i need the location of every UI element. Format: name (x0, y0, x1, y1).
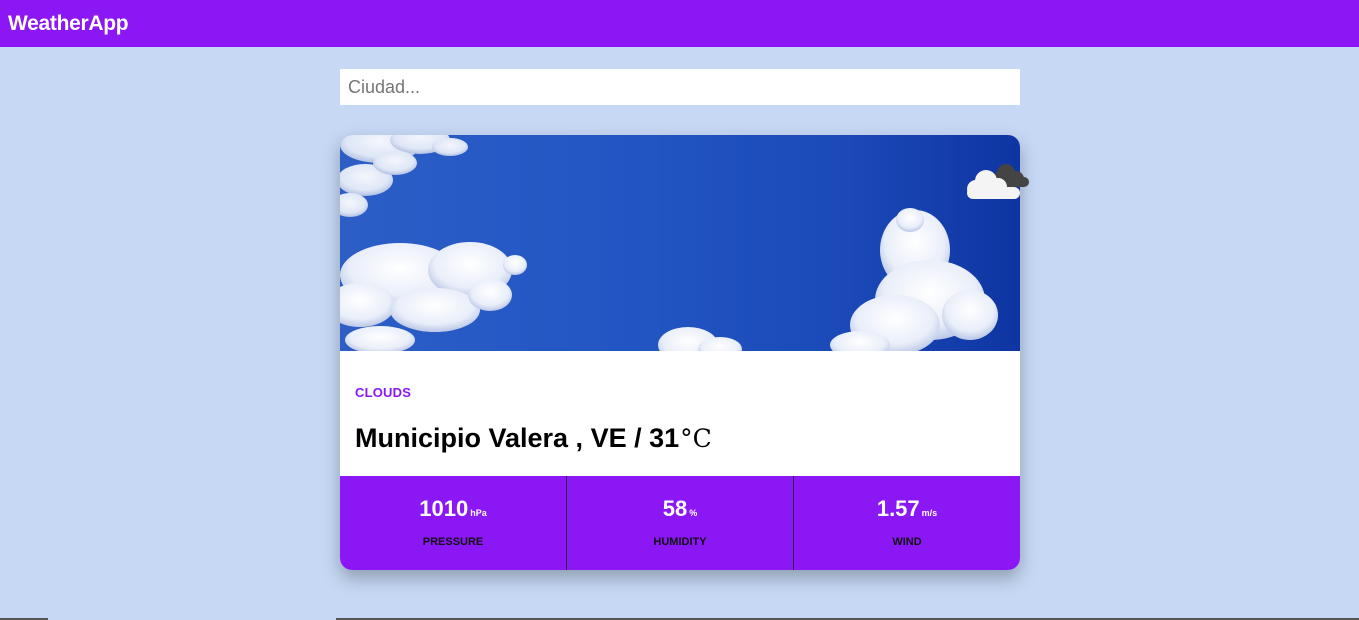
stats-bar: 1010 hPa PRESSURE 58% HUMIDITY 1.57 m/s WI… (340, 476, 1020, 570)
pressure-stat: 1010 hPa PRESSURE (340, 476, 566, 570)
weather-card: CLOUDS Municipio Valera , VE / 31 °C 101… (340, 135, 1029, 570)
pressure-value: 1010 (419, 496, 469, 521)
humidity-label: HUMIDITY (653, 536, 707, 548)
wind-label: WIND (892, 536, 922, 548)
pressure-label: PRESSURE (422, 536, 484, 548)
location-text: Municipio Valera , VE / 31 (355, 423, 680, 453)
pressure-unit: hPa (470, 508, 487, 518)
wind-unit: m/s (921, 508, 938, 518)
cloudy-sky-image (340, 135, 1020, 351)
wind-stat: 1.57 m/s WIND (793, 476, 1020, 570)
clouds-icon (964, 157, 1030, 208)
navbar: WeatherApp (0, 0, 1359, 47)
city-search-input[interactable] (340, 69, 1020, 105)
humidity-stat: 58% HUMIDITY (566, 476, 793, 570)
app-brand[interactable]: WeatherApp (8, 12, 129, 36)
wind-value: 1.57 (876, 496, 920, 521)
location-temperature: Municipio Valera , VE / 31 °C (355, 423, 712, 454)
humidity-value: 58 (662, 496, 688, 521)
humidity-unit: % (689, 508, 698, 518)
temperature-unit: °C (680, 424, 712, 453)
weather-description: CLOUDS (355, 385, 412, 400)
